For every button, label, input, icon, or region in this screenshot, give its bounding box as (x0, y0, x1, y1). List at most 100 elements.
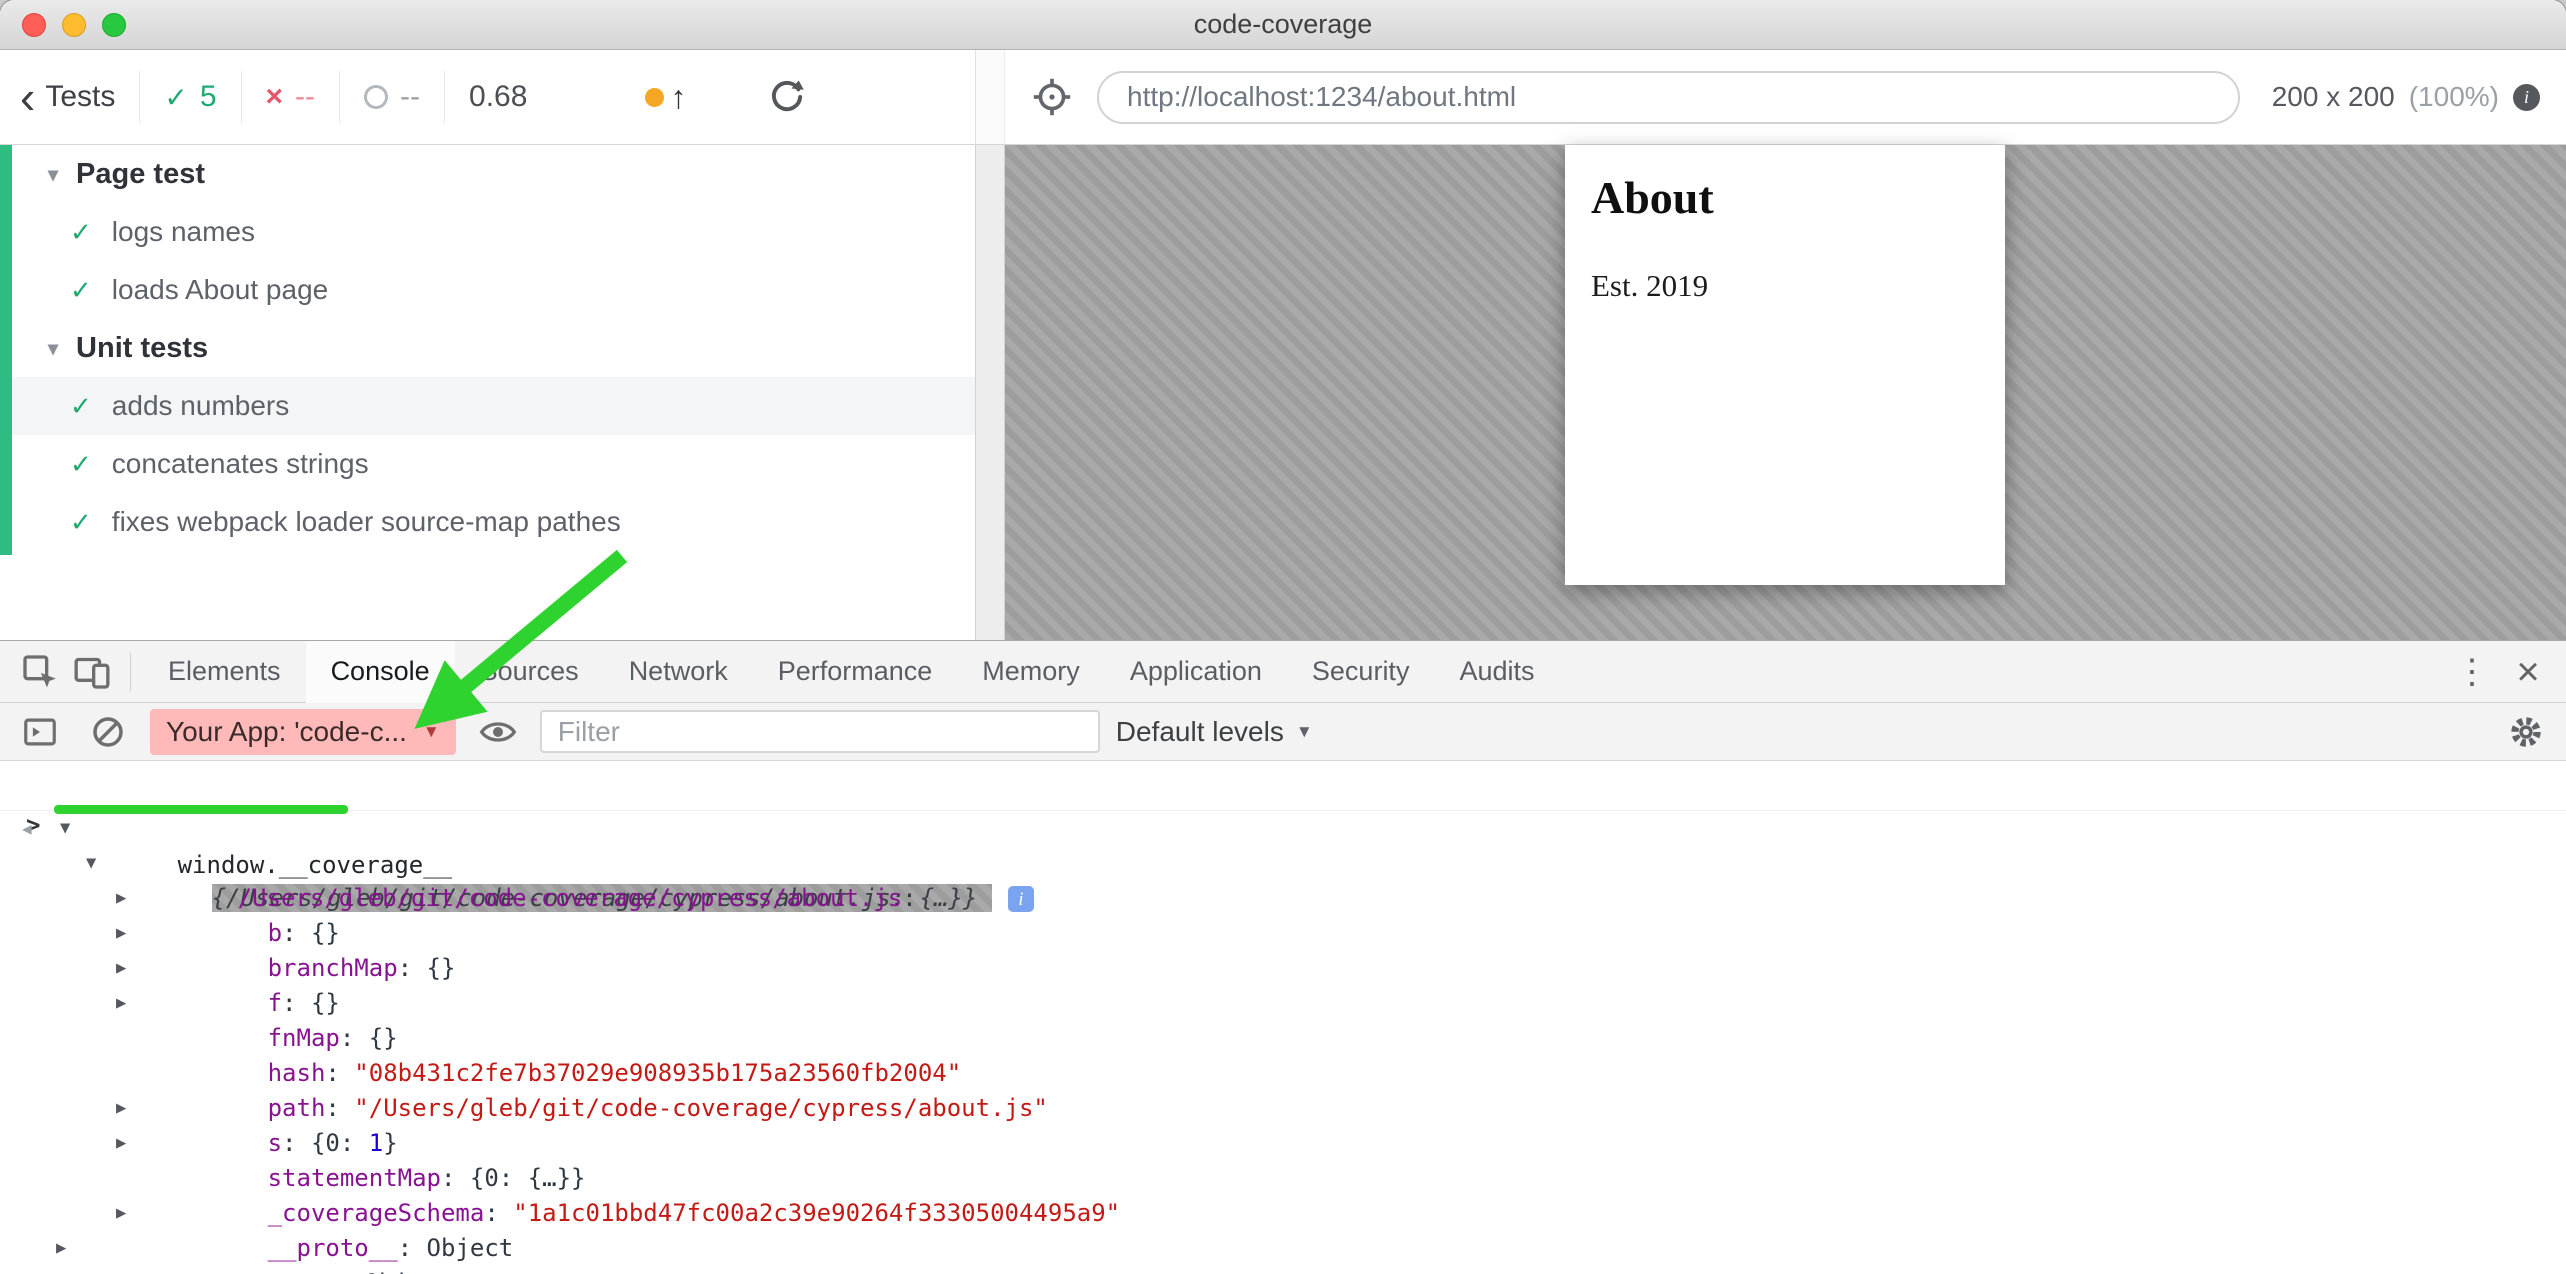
window-title: code-coverage (1194, 9, 1373, 40)
duration-value: 0.68 (469, 80, 527, 114)
caret-right-icon[interactable]: ▶ (116, 1091, 126, 1126)
back-to-tests-button[interactable]: ‹ Tests (20, 80, 115, 114)
test-group-page-test[interactable]: ▾ Page test (12, 145, 975, 203)
chevron-down-icon: ▼ (1296, 722, 1313, 742)
filter-input[interactable] (542, 712, 1098, 751)
tab-elements[interactable]: Elements (143, 641, 306, 703)
passed-stat: ✓ 5 (164, 80, 216, 114)
caret-right-icon[interactable]: ▶ (116, 881, 126, 916)
log-levels-dropdown[interactable]: Default levels ▼ (1116, 716, 1313, 748)
inspect-element-button[interactable] (14, 646, 66, 698)
orange-dot-icon (645, 88, 664, 107)
caret-right-icon[interactable]: ▶ (116, 1126, 126, 1161)
minimize-window-button[interactable] (62, 13, 86, 37)
check-icon: ✓ (70, 507, 92, 538)
test-list-panel: ▾ Page test ✓ logs names ✓ loads About p… (0, 145, 975, 640)
devtools-close-button[interactable]: × (2504, 652, 2552, 692)
viewport-info-icon[interactable]: i (2513, 84, 2540, 111)
console-settings-button[interactable] (2500, 706, 2552, 758)
aut-page: About Est. 2019 (1565, 145, 2005, 585)
console-property-row[interactable]: path"/Users/gleb/git/code-coverage/cypre… (0, 1056, 2566, 1091)
pending-count: -- (400, 80, 420, 114)
devtools-panel: Elements Console Sources Network Perform… (0, 640, 2566, 1274)
execution-context-selector[interactable]: Your App: 'code-c... ▼ (150, 709, 456, 755)
divider (139, 71, 140, 123)
pending-stat: -- (364, 80, 420, 114)
console-property-row[interactable]: ▶s{0: 1} (0, 1091, 2566, 1126)
caret-right-icon[interactable]: ▶ (116, 1196, 126, 1231)
tab-audits[interactable]: Audits (1434, 641, 1559, 703)
collapse-caret-icon[interactable]: ▾ (48, 162, 58, 187)
console-property-row[interactable]: ▶statementMap{0: {…}} (0, 1126, 2566, 1161)
tab-console[interactable]: Console (306, 641, 455, 703)
levels-label: Default levels (1116, 716, 1284, 748)
property-value: Object (365, 1269, 452, 1274)
clear-console-button[interactable] (82, 706, 134, 758)
test-row[interactable]: ✓ logs names (12, 203, 975, 261)
caret-right-icon[interactable]: ▶ (116, 951, 126, 986)
chevron-down-icon: ▼ (423, 722, 440, 742)
test-name: fixes webpack loader source-map pathes (112, 506, 621, 538)
caret-right-icon[interactable]: ▶ (56, 1231, 66, 1266)
url-bar (1097, 71, 2240, 124)
console-toolbar: Your App: 'code-c... ▼ Default levels ▼ (0, 703, 2566, 761)
panel-divider[interactable] (975, 145, 1005, 640)
refresh-icon (768, 78, 806, 116)
test-group-unit-tests[interactable]: ▾ Unit tests (12, 319, 975, 377)
test-row[interactable]: ✓ loads About page (12, 261, 975, 319)
console-result-row[interactable]: ◀ ▼{/Users/gleb/git/code-coverage/cypres… (0, 811, 2566, 846)
test-row-highlighted[interactable]: ✓ adds numbers (12, 377, 975, 435)
pass-indicator-strip (0, 145, 12, 555)
tab-security[interactable]: Security (1287, 641, 1435, 703)
console-property-row[interactable]: ▶f{} (0, 951, 2566, 986)
caret-down-icon[interactable]: ▼ (86, 846, 96, 881)
zoom-window-button[interactable] (102, 13, 126, 37)
devtools-menu-button[interactable]: ⋮ (2448, 652, 2496, 692)
console-command-row[interactable]: > window.__coverage__ (0, 765, 2566, 811)
console-property-row[interactable]: hash"08b431c2fe7b37029e908935b175a23560f… (0, 1021, 2566, 1056)
crosshair-icon (1031, 76, 1073, 118)
viewport-size: 200 x 200 (2272, 81, 2395, 113)
console-output: > window.__coverage__ ◀ ▼{/Users/gleb/gi… (0, 761, 2566, 1274)
console-sidebar-icon (21, 713, 59, 751)
console-property-row[interactable]: ▶fnMap{} (0, 986, 2566, 1021)
console-property-row[interactable]: ▶__proto__Object (0, 1196, 2566, 1231)
url-input[interactable] (1099, 73, 2238, 122)
back-chevron-icon: ‹ (20, 82, 35, 112)
tab-sources[interactable]: Sources (455, 641, 604, 703)
inspect-icon (20, 652, 60, 692)
divider (241, 71, 242, 123)
aut-subtitle: Est. 2019 (1591, 268, 1979, 304)
console-property-row[interactable]: _coverageSchema"1a1c01bbd47fc00a2c39e902… (0, 1161, 2566, 1196)
tab-memory[interactable]: Memory (957, 641, 1105, 703)
tab-network[interactable]: Network (604, 641, 753, 703)
live-expression-button[interactable] (472, 706, 524, 758)
annotation-underline (54, 805, 348, 814)
toggle-device-toolbar-button[interactable] (66, 646, 118, 698)
app-window: code-coverage ‹ Tests ✓ 5 × -- -- (0, 0, 2566, 1274)
panel-divider[interactable] (975, 50, 1005, 144)
caret-down-icon[interactable]: ▼ (60, 811, 70, 846)
console-property-row[interactable]: ▶branchMap{} (0, 916, 2566, 951)
caret-right-icon[interactable]: ▶ (116, 986, 126, 1021)
group-label: Unit tests (76, 332, 208, 365)
console-proto-row[interactable]: ▶__proto__Object (0, 1231, 2566, 1266)
refresh-button[interactable] (768, 78, 806, 116)
passed-count: 5 (200, 80, 217, 114)
selector-playground-button[interactable] (1031, 76, 1073, 118)
test-row[interactable]: ✓ fixes webpack loader source-map pathes (12, 493, 975, 551)
tab-performance[interactable]: Performance (753, 641, 958, 703)
divider (444, 71, 445, 123)
close-window-button[interactable] (22, 13, 46, 37)
test-row[interactable]: ✓ concatenates strings (12, 435, 975, 493)
collapse-caret-icon[interactable]: ▾ (48, 336, 58, 361)
tests-button-label: Tests (45, 80, 115, 114)
console-sidebar-button[interactable] (14, 706, 66, 758)
devtools-tabbar: Elements Console Sources Network Perform… (0, 641, 2566, 703)
console-object-key-row[interactable]: ▼/Users/gleb/git/code-coverage/cypress/a… (0, 846, 2566, 881)
tab-application[interactable]: Application (1105, 641, 1287, 703)
autoscroll-toggle[interactable]: ↑ (645, 81, 686, 113)
caret-right-icon[interactable]: ▶ (116, 916, 126, 951)
failed-stat: × -- (266, 80, 316, 114)
console-property-row[interactable]: ▶b{} (0, 881, 2566, 916)
